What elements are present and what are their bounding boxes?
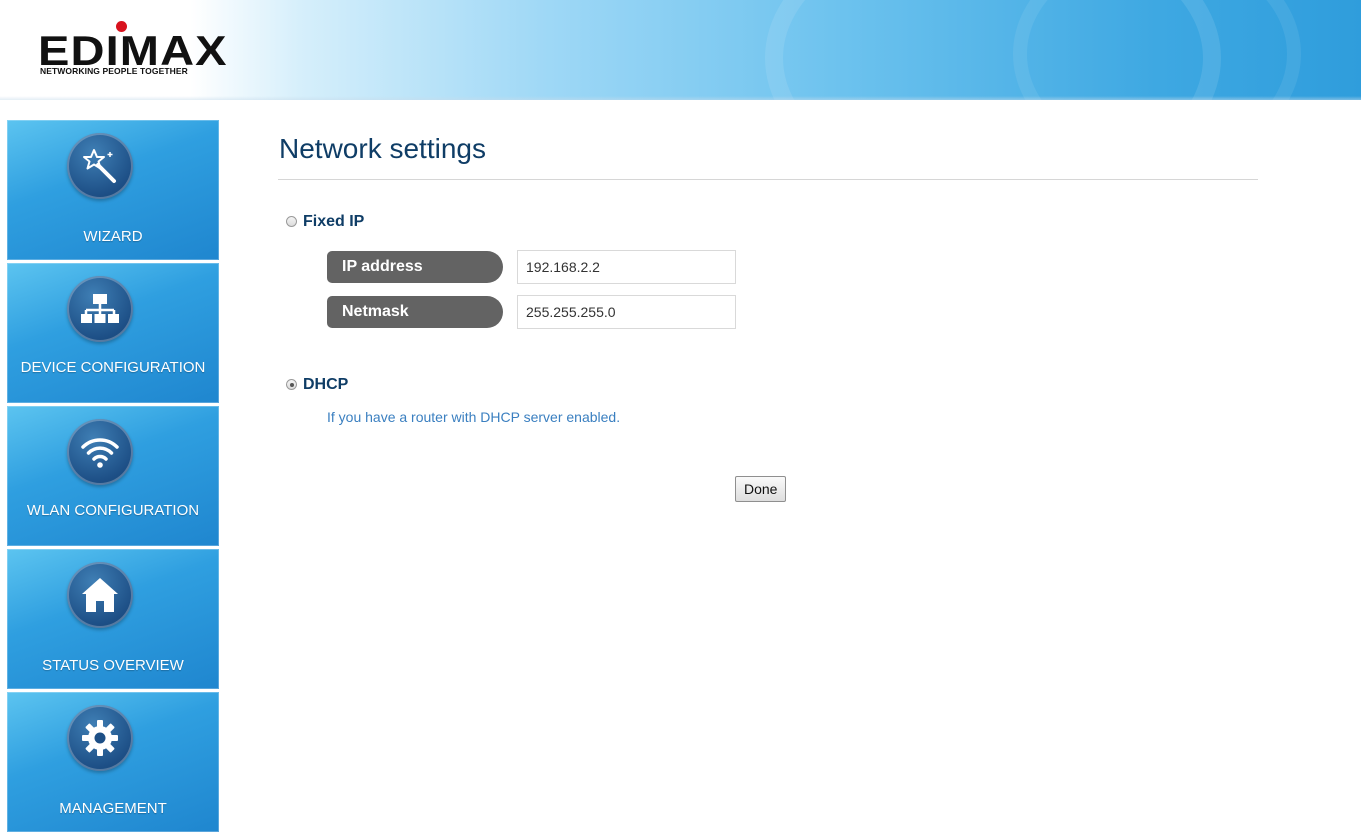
ip-address-input[interactable] (517, 250, 736, 284)
sidebar-item-label: DEVICE CONFIGURATION (20, 359, 206, 376)
sidebar-item-management[interactable]: MANAGEMENT (7, 692, 219, 832)
gear-icon (67, 705, 133, 771)
banner-shadow (0, 96, 1361, 100)
sidebar-nav: WIZARD DEVICE CONFIGURATION WLAN CONFIGU… (7, 120, 219, 835)
wizard-wand-icon (67, 133, 133, 199)
sidebar-item-wlan-configuration[interactable]: WLAN CONFIGURATION (7, 406, 219, 546)
sidebar-item-label: WIZARD (83, 228, 143, 245)
dhcp-label[interactable]: DHCP (303, 376, 348, 394)
sidebar-item-label: STATUS OVERVIEW (42, 657, 184, 674)
dhcp-hint: If you have a router with DHCP server en… (327, 409, 621, 425)
ip-address-label: IP address (327, 251, 503, 283)
sidebar-item-label: MANAGEMENT (59, 800, 167, 817)
logo-tagline: NETWORKING PEOPLE TOGETHER (40, 66, 188, 76)
banner-swirl-decoration (1013, 0, 1301, 100)
sidebar-item-wizard[interactable]: WIZARD (7, 120, 219, 260)
done-button[interactable]: Done (735, 476, 787, 502)
netmask-input[interactable] (517, 295, 736, 329)
sidebar-item-label: WLAN CONFIGURATION (26, 502, 200, 519)
dhcp-radio[interactable] (286, 379, 297, 390)
fixed-ip-radio[interactable] (286, 216, 297, 227)
sidebar-item-status-overview[interactable]: STATUS OVERVIEW (7, 549, 219, 689)
title-divider (278, 179, 1258, 180)
home-icon (67, 562, 133, 628)
page-title: Network settings (279, 133, 486, 164)
netmask-label: Netmask (327, 296, 503, 328)
network-tree-icon (67, 276, 133, 342)
sidebar-item-device-configuration[interactable]: DEVICE CONFIGURATION (7, 263, 219, 403)
header-banner: EDIMAX NETWORKING PEOPLE TOGETHER (0, 0, 1361, 100)
logo-red-dot (116, 21, 127, 32)
edimax-logo: EDIMAX NETWORKING PEOPLE TOGETHER (38, 21, 238, 82)
fixed-ip-label[interactable]: Fixed IP (303, 213, 364, 231)
wifi-icon (67, 419, 133, 485)
